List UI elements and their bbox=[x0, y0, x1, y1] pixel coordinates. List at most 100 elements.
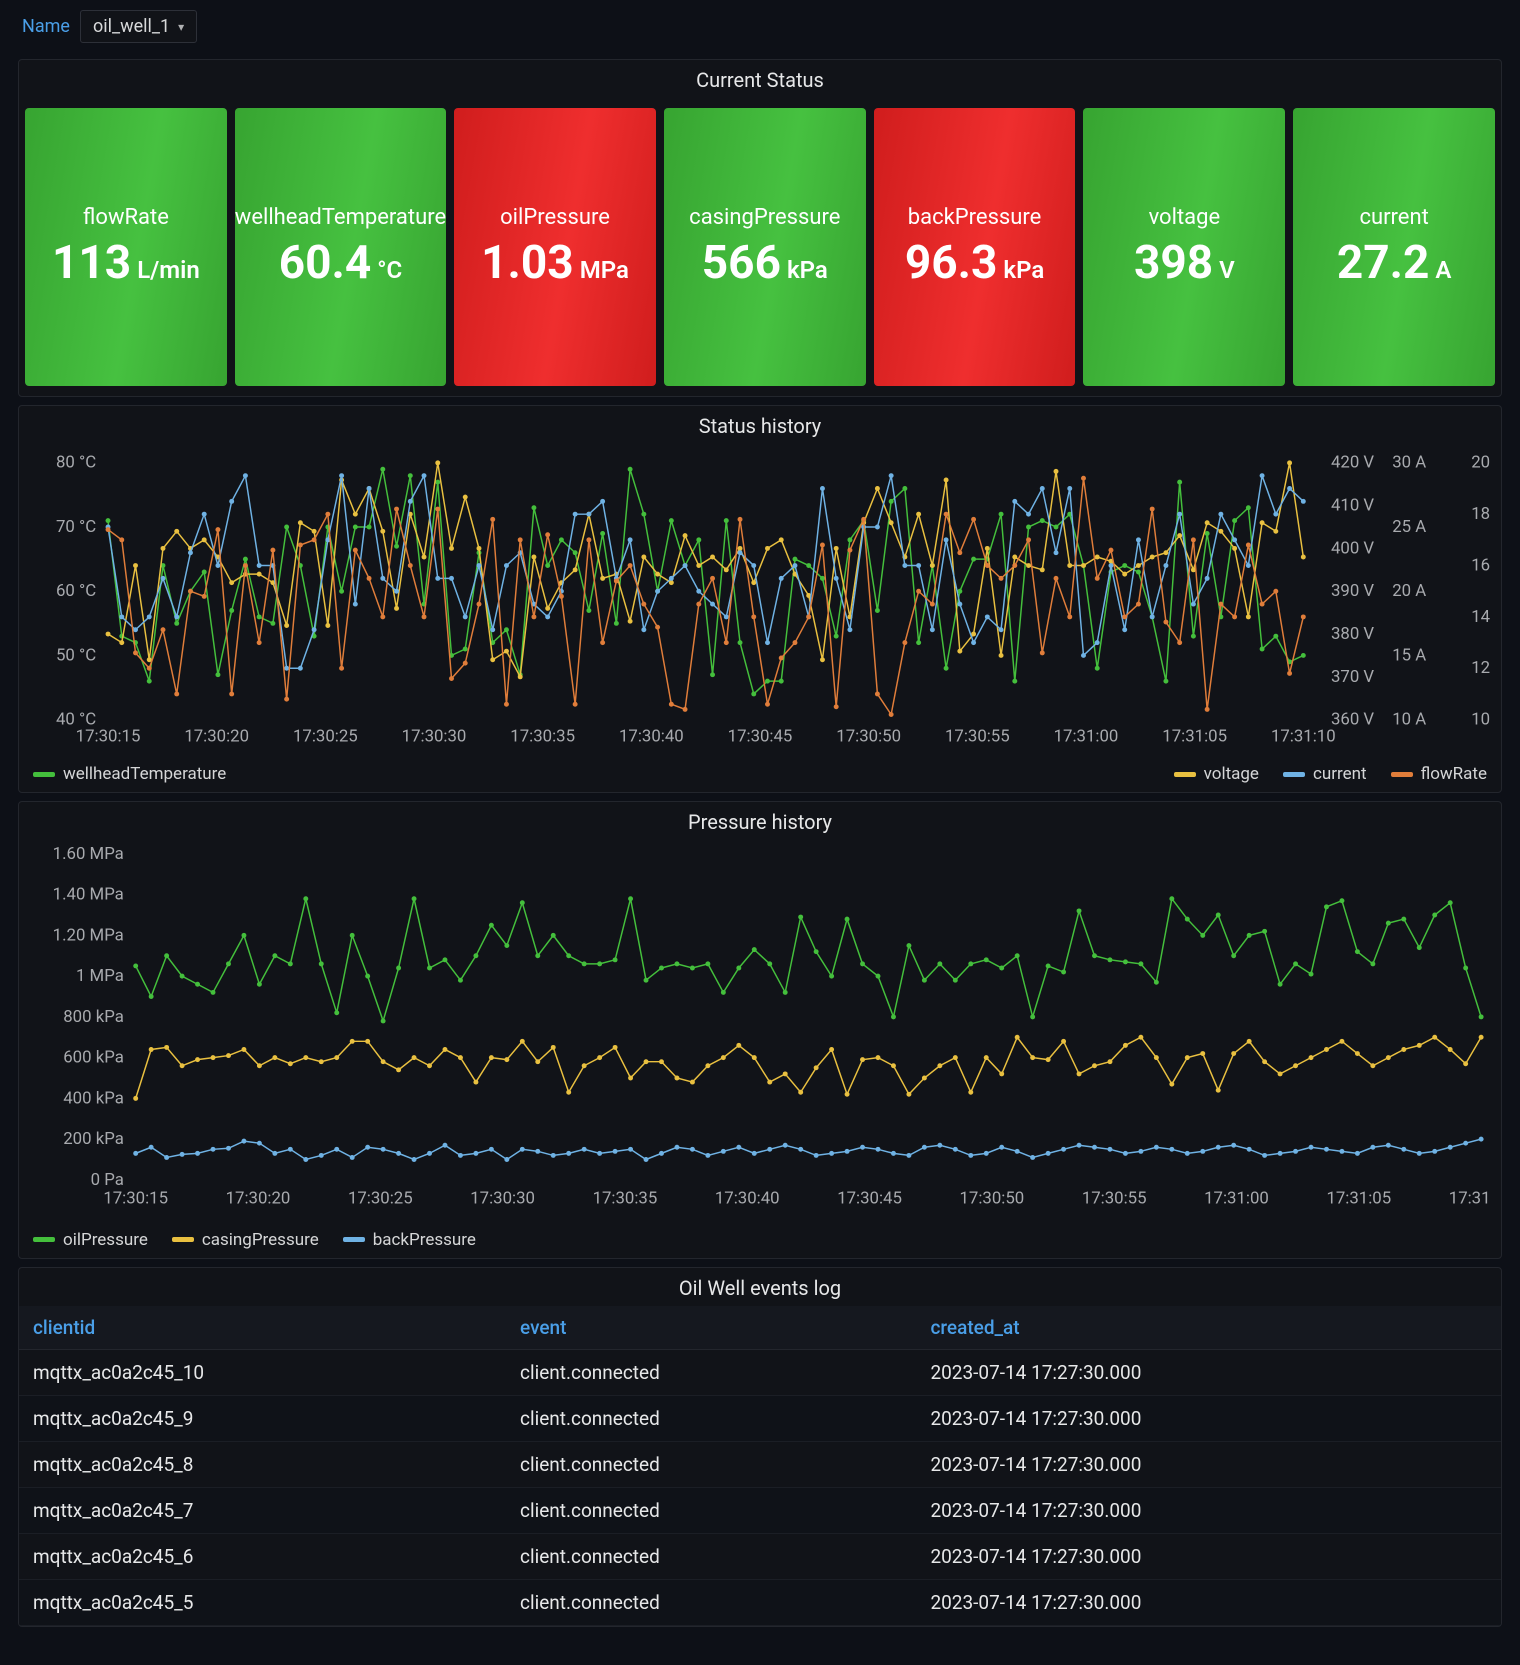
card-unit: L/min bbox=[137, 256, 200, 284]
legend-item[interactable]: flowRate bbox=[1391, 764, 1487, 784]
panel-title: Current Status bbox=[19, 60, 1501, 98]
variable-value: oil_well_1 bbox=[93, 16, 170, 37]
panel-current-status: Current Status flowRate 113 L/min wellhead… bbox=[18, 59, 1502, 397]
svg-text:60 °C: 60 °C bbox=[56, 581, 96, 601]
svg-text:17:30:35: 17:30:35 bbox=[593, 1189, 658, 1209]
card-unit: kPa bbox=[1003, 256, 1044, 284]
variable-picker[interactable]: oil_well_1 ▾ bbox=[80, 10, 197, 43]
svg-text:25 A: 25 A bbox=[1392, 517, 1426, 537]
legend-item[interactable]: casingPressure bbox=[172, 1230, 319, 1250]
card-label: flowRate bbox=[83, 205, 169, 230]
svg-text:70 °C: 70 °C bbox=[56, 517, 96, 537]
status-history-chart[interactable]: 40 °C50 °C60 °C70 °C80 °C360 V370 V380 V… bbox=[19, 444, 1501, 762]
svg-text:17:30:20: 17:30:20 bbox=[226, 1189, 291, 1209]
svg-text:17:31:10: 17:31:10 bbox=[1449, 1189, 1491, 1209]
card-value: 398 V bbox=[1134, 236, 1235, 290]
table-row[interactable]: mqttx_ac0a2c45_6client.connected2023-07-… bbox=[19, 1533, 1501, 1579]
svg-text:0 Pa: 0 Pa bbox=[91, 1170, 124, 1190]
pressure-history-chart[interactable]: 0 Pa200 kPa400 kPa600 kPa800 kPa1 MPa1.2… bbox=[19, 840, 1501, 1227]
svg-text:17:30:30: 17:30:30 bbox=[470, 1189, 535, 1209]
panel-title: Status history bbox=[19, 406, 1501, 444]
card-value: 96.3 kPa bbox=[905, 236, 1044, 290]
svg-text:400 V: 400 V bbox=[1331, 538, 1374, 558]
svg-text:17:30:40: 17:30:40 bbox=[715, 1189, 780, 1209]
svg-text:1.60 MPa: 1.60 MPa bbox=[53, 844, 124, 864]
svg-text:17:30:55: 17:30:55 bbox=[945, 726, 1010, 746]
svg-text:160 L/min: 160 L/min bbox=[1471, 555, 1491, 575]
svg-text:410 V: 410 V bbox=[1331, 496, 1374, 516]
dashboard-variables: Name oil_well_1 ▾ bbox=[0, 0, 1520, 53]
svg-text:17:30:35: 17:30:35 bbox=[510, 726, 575, 746]
svg-text:17:30:25: 17:30:25 bbox=[348, 1189, 413, 1209]
svg-text:17:31:05: 17:31:05 bbox=[1162, 726, 1227, 746]
card-unit: V bbox=[1219, 256, 1235, 284]
col-clientid[interactable]: clientid bbox=[19, 1306, 506, 1350]
svg-text:17:30:40: 17:30:40 bbox=[619, 726, 684, 746]
svg-text:17:30:50: 17:30:50 bbox=[836, 726, 901, 746]
svg-text:17:30:45: 17:30:45 bbox=[728, 726, 793, 746]
card-label: current bbox=[1359, 205, 1428, 230]
panel-title: Oil Well events log bbox=[19, 1268, 1501, 1306]
status-card-flowRate[interactable]: flowRate 113 L/min bbox=[25, 108, 227, 386]
card-unit: kPa bbox=[787, 256, 828, 284]
legend-item[interactable]: oilPressure bbox=[33, 1230, 148, 1250]
svg-text:420 V: 420 V bbox=[1331, 453, 1374, 473]
svg-text:17:30:15: 17:30:15 bbox=[103, 1189, 168, 1209]
table-row[interactable]: mqttx_ac0a2c45_9client.connected2023-07-… bbox=[19, 1395, 1501, 1441]
svg-text:380 V: 380 V bbox=[1331, 624, 1374, 644]
status-cards: flowRate 113 L/min wellheadTemperature 60.4… bbox=[19, 98, 1501, 396]
svg-text:200 L/min: 200 L/min bbox=[1471, 453, 1491, 473]
panel-status-history: Status history 40 °C50 °C60 °C70 °C80 °C… bbox=[18, 405, 1502, 793]
status-card-current[interactable]: current27.2 A bbox=[1293, 108, 1495, 386]
status-card-wellheadTemperature[interactable]: wellheadTemperature 60.4 °C bbox=[235, 108, 446, 386]
table-row[interactable]: mqttx_ac0a2c45_10client.connected2023-07… bbox=[19, 1349, 1501, 1395]
panel-pressure-history: Pressure history 0 Pa 200 kPa 400 kPa 600 k… bbox=[18, 801, 1502, 1258]
svg-text:15 A: 15 A bbox=[1392, 645, 1426, 665]
card-unit: A bbox=[1435, 256, 1451, 284]
legend-item[interactable]: voltage bbox=[1174, 764, 1259, 784]
col-created_at[interactable]: created_at bbox=[916, 1306, 1501, 1350]
table-row[interactable]: mqttx_ac0a2c45_5client.connected2023-07-… bbox=[19, 1579, 1501, 1625]
card-unit: °C bbox=[377, 256, 402, 284]
svg-text:140 L/min: 140 L/min bbox=[1471, 607, 1491, 627]
table-row[interactable]: mqttx_ac0a2c45_7client.connected2023-07-… bbox=[19, 1487, 1501, 1533]
svg-text:370 V: 370 V bbox=[1331, 667, 1374, 687]
svg-text:600 kPa: 600 kPa bbox=[63, 1048, 124, 1068]
svg-text:80 °C: 80 °C bbox=[56, 453, 96, 473]
svg-text:390 V: 390 V bbox=[1331, 581, 1374, 601]
card-label: oilPressure bbox=[500, 205, 610, 230]
card-value: 60.4 °C bbox=[279, 236, 403, 290]
svg-text:17:31:10: 17:31:10 bbox=[1271, 726, 1336, 746]
svg-text:17:30:45: 17:30:45 bbox=[837, 1189, 902, 1209]
card-value: 113 L/min bbox=[52, 236, 200, 290]
legend-item[interactable]: backPressure bbox=[343, 1230, 476, 1250]
svg-text:200 kPa: 200 kPa bbox=[63, 1129, 124, 1149]
legend-item[interactable]: wellheadTemperature bbox=[33, 764, 226, 784]
svg-text:10 A: 10 A bbox=[1392, 710, 1426, 730]
panel-events-log: Oil Well events log clientideventcreated… bbox=[18, 1267, 1502, 1627]
legend-right: voltage current flowRate bbox=[1160, 762, 1501, 792]
panel-title: Pressure history bbox=[19, 802, 1501, 840]
card-value: 566 kPa bbox=[702, 236, 828, 290]
variable-label: Name bbox=[22, 16, 70, 37]
status-card-casingPressure[interactable]: casingPressure 566 kPa bbox=[664, 108, 866, 386]
card-label: voltage bbox=[1149, 205, 1221, 230]
col-event[interactable]: event bbox=[506, 1306, 916, 1350]
svg-text:17:30:25: 17:30:25 bbox=[293, 726, 358, 746]
card-label: casingPressure bbox=[689, 205, 840, 230]
card-unit: MPa bbox=[580, 256, 629, 284]
card-label: wellheadTemperature bbox=[235, 205, 446, 230]
svg-text:800 kPa: 800 kPa bbox=[63, 1007, 124, 1027]
status-card-backPressure[interactable]: backPressure96.3 kPa bbox=[874, 108, 1076, 386]
svg-text:17:31:00: 17:31:00 bbox=[1204, 1189, 1269, 1209]
table-row[interactable]: mqttx_ac0a2c45_8client.connected2023-07-… bbox=[19, 1441, 1501, 1487]
svg-text:17:30:30: 17:30:30 bbox=[402, 726, 467, 746]
svg-text:20 A: 20 A bbox=[1392, 581, 1426, 601]
svg-text:400 kPa: 400 kPa bbox=[63, 1089, 124, 1109]
card-value: 1.03 MPa bbox=[481, 236, 629, 290]
status-card-oilPressure[interactable]: oilPressure 1.03 MPa bbox=[454, 108, 656, 386]
svg-text:30 A: 30 A bbox=[1392, 453, 1426, 473]
status-card-voltage[interactable]: voltage 398 V bbox=[1083, 108, 1285, 386]
svg-text:1 MPa: 1 MPa bbox=[76, 966, 124, 986]
legend-item[interactable]: current bbox=[1283, 764, 1367, 784]
